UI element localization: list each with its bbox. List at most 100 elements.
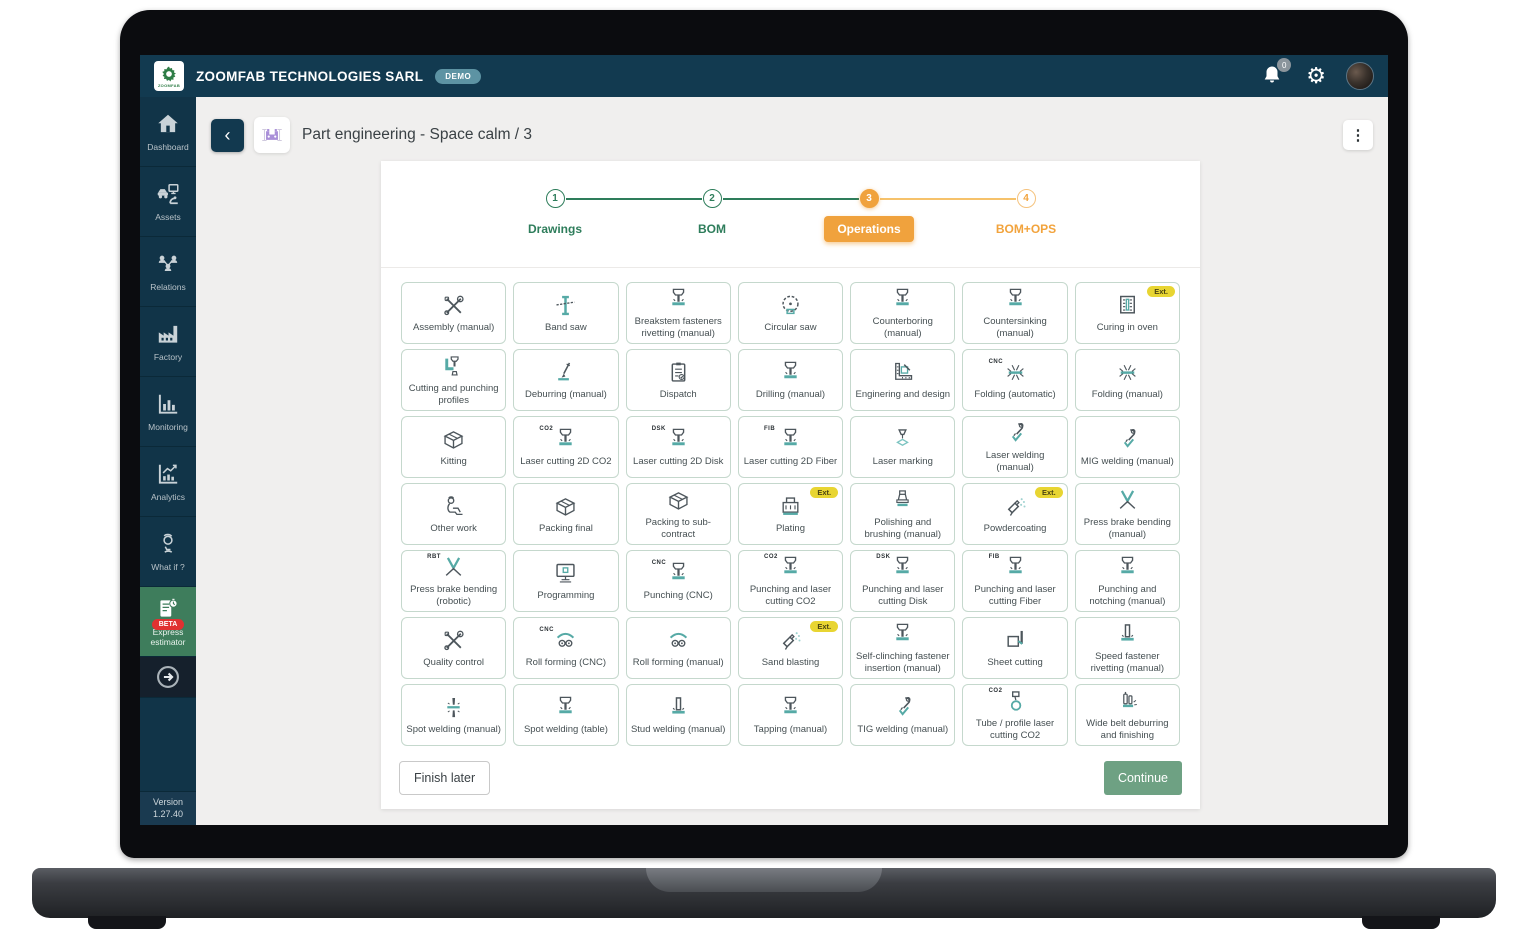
operation-tile-band-saw[interactable]: Band saw [513,282,618,344]
weldgun-icon [889,694,916,721]
marking-icon [889,426,916,453]
operation-tile-label: Folding (automatic) [974,389,1055,401]
operation-tile-spot-welding-manual[interactable]: Spot welding (manual) [401,684,506,746]
icon-tag: FIB [989,554,1000,560]
operation-tile-speed-fastener-rivetting-manual[interactable]: Speed fastener rivetting (manual) [1075,617,1180,679]
press-icon: CO2 [552,426,579,453]
operation-tile-counterboring-manual[interactable]: Counterboring (manual) [850,282,955,344]
operation-tile-spot-welding-table[interactable]: Spot welding (table) [513,684,618,746]
operation-tile-assembly-manual[interactable]: Assembly (manual) [401,282,506,344]
operation-tile-roll-forming-cnc[interactable]: CNCRoll forming (CNC) [513,617,618,679]
notification-count-badge: 0 [1277,58,1291,72]
operation-tile-label: Press brake bending (manual) [1080,517,1175,541]
operation-tile-breakstem-fasteners-rivetting-manual[interactable]: Breakstem fasteners rivetting (manual) [626,282,731,344]
operation-tile-label: Polishing and brushing (manual) [855,517,950,541]
sidebar-item-what-if[interactable]: What if ? [140,517,196,587]
operation-tile-programming[interactable]: Programming [513,550,618,612]
laptop-scoop [646,868,882,892]
operation-tile-wide-belt-deburring-and-finishing[interactable]: Wide belt deburring and finishing [1075,684,1180,746]
box-icon [552,493,579,520]
operation-tile-punching-and-laser-cutting-co2[interactable]: CO2Punching and laser cutting CO2 [738,550,843,612]
operation-tile-label: MIG welding (manual) [1081,456,1174,468]
operation-tile-punching-and-laser-cutting-fiber[interactable]: FIBPunching and laser cutting Fiber [962,550,1067,612]
beta-badge: BETA [152,619,185,630]
step-bom-ops[interactable]: 4 BOM+OPS [948,189,1105,242]
press-icon: DSK [889,554,916,581]
operation-tile-label: Laser cutting 2D Fiber [744,456,837,468]
operation-tile-laser-cutting-2d-fiber[interactable]: FIBLaser cutting 2D Fiber [738,416,843,478]
fold-icon: CNC [1002,359,1029,386]
operation-tile-kitting[interactable]: Kitting [401,416,506,478]
operation-tile-laser-marking[interactable]: Laser marking [850,416,955,478]
icon-tag: CNC [989,359,1004,365]
operation-tile-polishing-and-brushing-manual[interactable]: Polishing and brushing (manual) [850,483,955,545]
operation-tile-other-work[interactable]: Other work [401,483,506,545]
sidebar-item-relations[interactable]: Relations [140,237,196,307]
external-badge: Ext. [1147,286,1175,297]
operation-tile-press-brake-bending-robotic[interactable]: RBTPress brake bending (robotic) [401,550,506,612]
settings-gear-icon[interactable]: ⚙ [1306,65,1326,87]
operation-tile-punching-and-notching-manual[interactable]: Punching and notching (manual) [1075,550,1180,612]
press-icon [1002,286,1029,313]
operation-tile-label: Spot welding (manual) [406,724,501,736]
operation-tile-quality-control[interactable]: Quality control [401,617,506,679]
sidebar-item-monitoring[interactable]: Monitoring [140,377,196,447]
operation-tile-laser-cutting-2d-disk[interactable]: DSKLaser cutting 2D Disk [626,416,731,478]
step-drawings[interactable]: 1 Drawings [477,189,634,242]
operation-tile-label: Plating [776,523,805,535]
fold-icon [1114,359,1141,386]
sidebar-item-assets[interactable]: Assets [140,167,196,237]
part-icon [259,122,285,148]
operation-tile-plating[interactable]: Ext.Plating [738,483,843,545]
operation-tile-laser-welding-manual[interactable]: Laser welding (manual) [962,416,1067,478]
operation-tile-label: Programming [537,590,594,602]
operation-tile-press-brake-bending-manual[interactable]: Press brake bending (manual) [1075,483,1180,545]
sidebar-item-express-estimator[interactable]: BETAExpressestimator [140,587,196,657]
finish-later-button[interactable]: Finish later [399,761,490,795]
operation-tile-label: Laser cutting 2D CO2 [520,456,611,468]
notifications-button[interactable]: 0 [1260,63,1286,89]
operation-tile-label: TIG welding (manual) [857,724,948,736]
operation-tile-punching-and-laser-cutting-disk[interactable]: DSKPunching and laser cutting Disk [850,550,955,612]
sidebar-item-dashboard[interactable]: Dashboard [140,97,196,167]
operation-tile-drilling-manual[interactable]: Drilling (manual) [738,349,843,411]
operation-tile-punching-cnc[interactable]: CNCPunching (CNC) [626,550,731,612]
operation-tile-deburring-manual[interactable]: Deburring (manual) [513,349,618,411]
operation-tile-roll-forming-manual[interactable]: Roll forming (manual) [626,617,731,679]
user-avatar[interactable] [1346,62,1374,90]
operation-tile-dispatch[interactable]: Dispatch [626,349,731,411]
sidebar-item-label: Analytics [151,492,185,502]
company-logo[interactable]: ZOOMFAB [154,61,184,91]
operation-tile-self-clinching-fastener-insertion-manual[interactable]: Self-clinching fastener insertion (manua… [850,617,955,679]
operation-tile-sand-blasting[interactable]: Ext.Sand blasting [738,617,843,679]
back-button[interactable]: ‹ [211,119,244,152]
sidebar-item-label: Monitoring [148,422,188,432]
logo-word: ZOOMFAB [158,83,180,88]
operation-tile-folding-automatic[interactable]: CNC Folding (automatic) [962,349,1067,411]
operation-tile-tapping-manual[interactable]: Tapping (manual) [738,684,843,746]
operation-tile-laser-cutting-2d-co2[interactable]: CO2 Laser cutting 2D CO2 [513,416,618,478]
operation-tile-cutting-and-punching-profiles[interactable]: Cutting and punching profiles [401,349,506,411]
operation-tile-packing-final[interactable]: Packing final [513,483,618,545]
sidebar-item-analytics[interactable]: Analytics [140,447,196,517]
operation-tile-enginering-and-design[interactable]: Enginering and design [850,349,955,411]
sidebar-collapse-button[interactable] [140,657,196,698]
press-icon: CO2 [777,554,804,581]
operation-tile-tig-welding-manual[interactable]: TIG welding (manual) [850,684,955,746]
operation-tile-stud-welding-manual[interactable]: Stud welding (manual) [626,684,731,746]
operation-tile-mig-welding-manual[interactable]: MIG welding (manual) [1075,416,1180,478]
continue-button[interactable]: Continue [1104,761,1182,795]
step-operations[interactable]: 3 Operations [791,189,948,242]
operation-tile-circular-saw[interactable]: Circular saw [738,282,843,344]
operation-tile-curing-in-oven[interactable]: Ext.Curing in oven [1075,282,1180,344]
sidebar-item-factory[interactable]: Factory [140,307,196,377]
more-options-button[interactable]: ⋮ [1343,120,1373,150]
operation-tile-sheet-cutting[interactable]: Sheet cutting [962,617,1067,679]
operation-tile-folding-manual[interactable]: Folding (manual) [1075,349,1180,411]
operation-tile-packing-to-sub-contract[interactable]: Packing to sub-contract [626,483,731,545]
step-bom[interactable]: 2 BOM [634,189,791,242]
app-version: Version1.27.40 [140,791,196,825]
operation-tile-countersinking-manual[interactable]: Countersinking (manual) [962,282,1067,344]
operation-tile-tube-profile-laser-cutting-co2[interactable]: CO2Tube / profile laser cutting CO2 [962,684,1067,746]
operation-tile-powdercoating[interactable]: Ext.Powdercoating [962,483,1067,545]
